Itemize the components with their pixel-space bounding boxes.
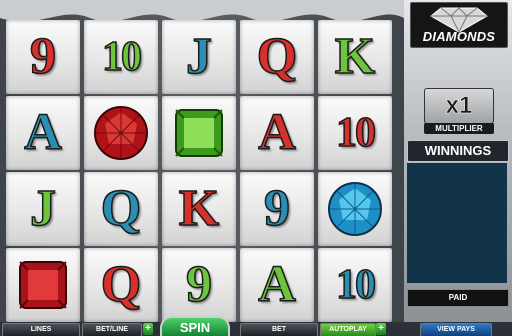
symbol-cell: 10 xyxy=(84,20,158,94)
symbol-k: K xyxy=(178,180,220,237)
reel-1: 9 A J xyxy=(6,20,80,324)
symbol-cell: Q xyxy=(84,172,158,246)
symbol-9: 9 xyxy=(263,180,291,237)
symbol-cell xyxy=(162,96,236,170)
symbol-j: J xyxy=(185,28,213,85)
paid-display: PAID xyxy=(407,289,509,307)
green-square-gem-icon xyxy=(175,109,223,157)
symbol-q: Q xyxy=(100,256,142,313)
autoplay-button[interactable]: AUTOPLAY xyxy=(320,323,376,336)
symbol-cell: Q xyxy=(240,20,314,94)
symbol-j: J xyxy=(29,180,57,237)
symbol-a: A xyxy=(23,104,62,161)
symbol-cell: A xyxy=(240,96,314,170)
reel-2: 10 Q Q xyxy=(84,20,158,324)
reel-3: J K 9 xyxy=(162,20,236,324)
symbol-10: 10 xyxy=(335,110,377,156)
multiplier-value: x1 xyxy=(445,92,473,120)
symbol-cell xyxy=(6,248,80,322)
slot-machine: 9 A J 10 Q Q J K 9 Q A 9 A K 10 10 DIAMO… xyxy=(0,0,512,336)
multiplier-display: x1 xyxy=(424,88,494,124)
blue-round-gem-icon xyxy=(328,182,382,236)
bet-per-line-button[interactable]: BET/LINE xyxy=(82,323,142,336)
view-pays-button[interactable]: VIEW PAYS xyxy=(420,323,492,336)
symbol-cell: 10 xyxy=(318,248,392,322)
red-square-gem-icon xyxy=(19,261,67,309)
symbol-9: 9 xyxy=(29,28,57,85)
side-panel: DIAMONDS x1 MULTIPLIER WINNINGS PAID xyxy=(404,0,512,322)
winnings-label: WINNINGS xyxy=(407,140,509,162)
symbol-cell: 9 xyxy=(6,20,80,94)
symbol-10: 10 xyxy=(335,262,377,308)
winnings-display xyxy=(407,163,507,283)
spin-button[interactable]: SPIN xyxy=(160,316,230,336)
bet-button[interactable]: BET xyxy=(240,323,318,336)
symbol-9: 9 xyxy=(185,256,213,313)
symbol-a: A xyxy=(257,104,296,161)
symbol-10: 10 xyxy=(101,34,143,80)
symbol-k: K xyxy=(334,28,376,85)
symbol-cell: Q xyxy=(84,248,158,322)
symbol-cell: A xyxy=(240,248,314,322)
autoplay-plus-button[interactable]: + xyxy=(376,323,386,335)
reel-area: 9 A J 10 Q Q J K 9 Q A 9 A K 10 10 xyxy=(0,0,404,322)
symbol-cell xyxy=(318,172,392,246)
symbol-cell: 9 xyxy=(240,172,314,246)
symbol-cell: K xyxy=(162,172,236,246)
reel-5: K 10 10 xyxy=(318,20,392,324)
symbol-q: Q xyxy=(100,180,142,237)
symbol-cell: J xyxy=(6,172,80,246)
multiplier-label: MULTIPLIER xyxy=(424,123,494,134)
reel-4: Q A 9 A xyxy=(240,20,314,324)
symbol-cell: K xyxy=(318,20,392,94)
symbol-q: Q xyxy=(256,28,298,85)
lines-button[interactable]: LINES xyxy=(2,323,80,336)
bet-per-line-plus-button[interactable]: + xyxy=(143,323,153,335)
symbol-a: A xyxy=(257,256,296,313)
game-logo: DIAMONDS xyxy=(410,2,508,48)
symbol-cell: J xyxy=(162,20,236,94)
symbol-cell: A xyxy=(6,96,80,170)
symbol-cell: 10 xyxy=(318,96,392,170)
symbol-cell: 9 xyxy=(162,248,236,322)
logo-text: DIAMONDS xyxy=(422,29,496,44)
red-round-gem-icon xyxy=(94,106,148,160)
symbol-cell xyxy=(84,96,158,170)
